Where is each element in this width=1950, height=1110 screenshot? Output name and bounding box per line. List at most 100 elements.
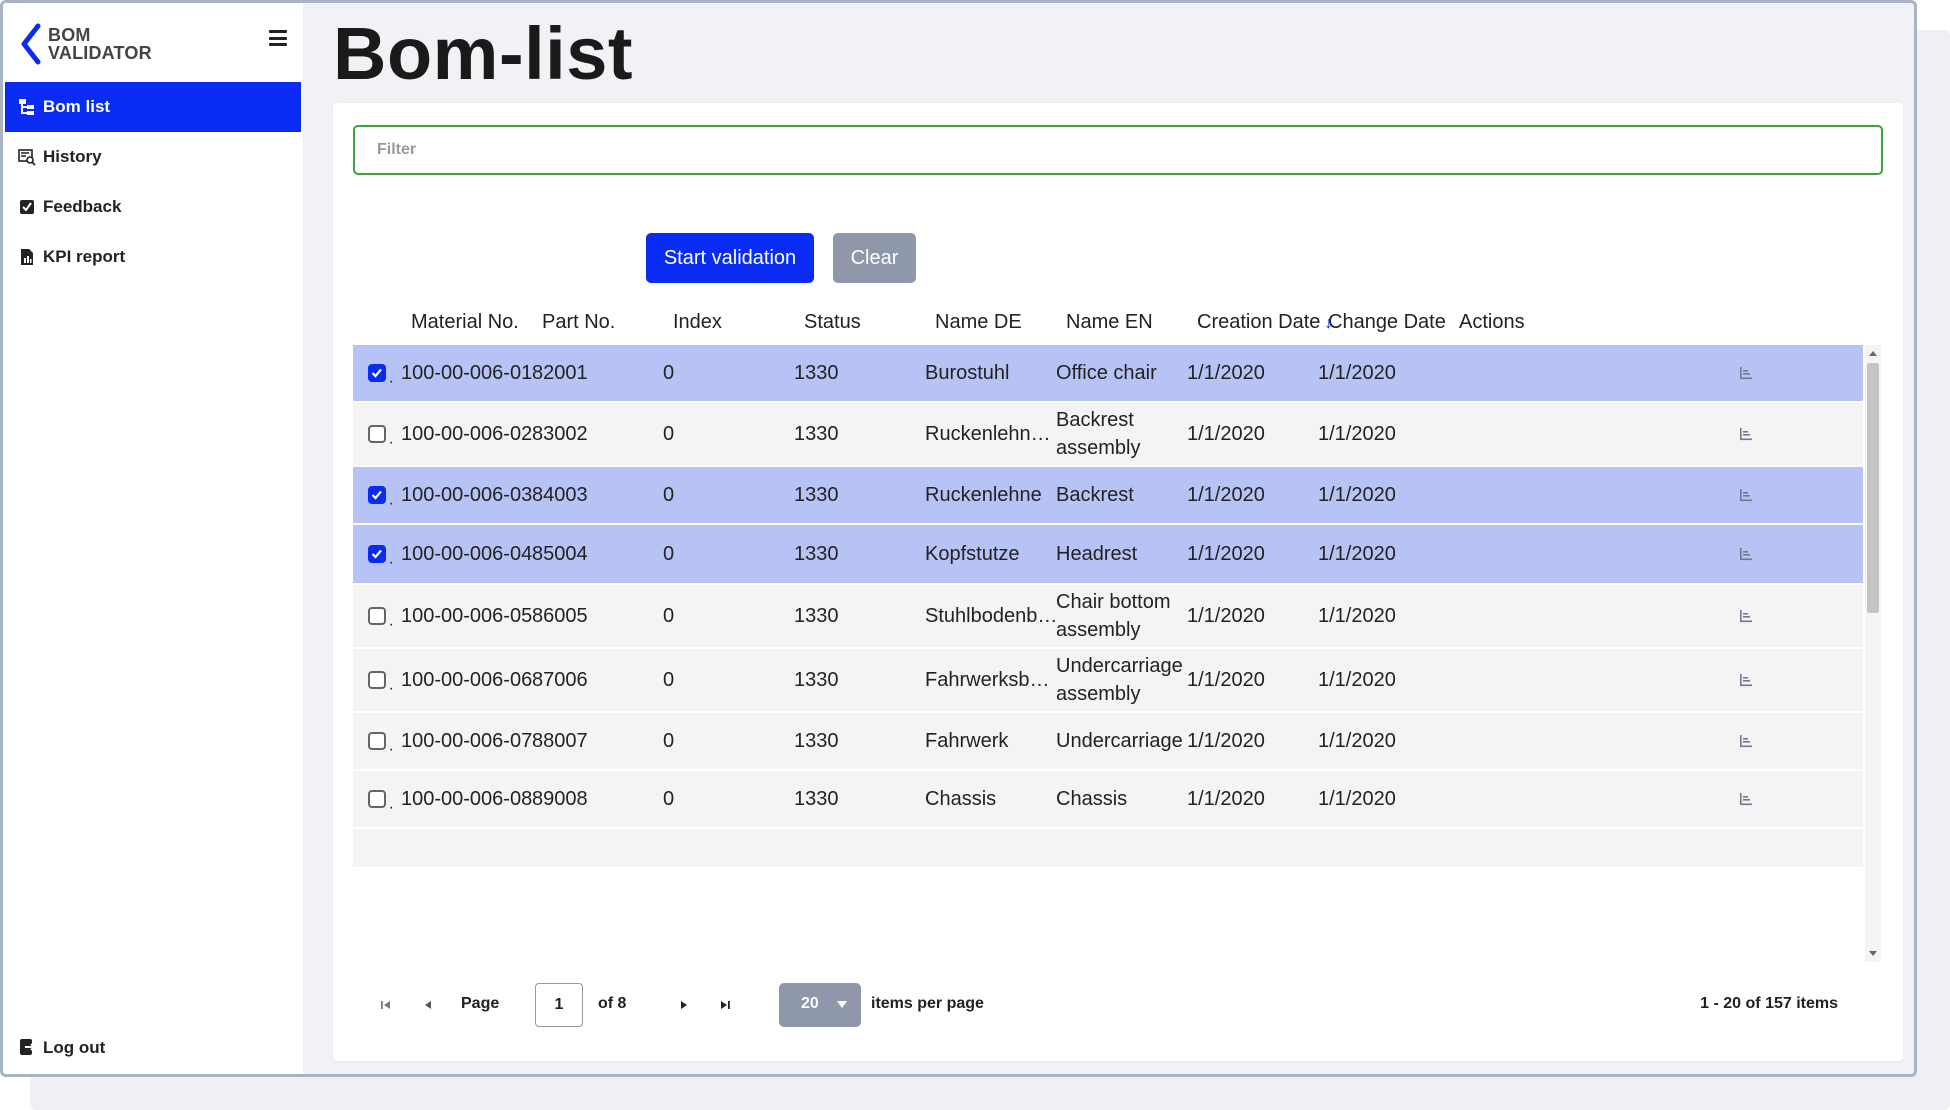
first-page-icon[interactable] [378, 997, 394, 1013]
cell-status: 1330 [794, 362, 839, 384]
view-structure-icon[interactable] [1738, 791, 1754, 807]
cell-part-no: 84003 [532, 484, 588, 506]
column-header-name-en[interactable]: Name EN [1066, 311, 1153, 334]
cell-change-date: 1/1/2020 [1318, 484, 1396, 506]
cell-material-no: 100-00-006-05 [401, 605, 533, 627]
view-structure-icon[interactable] [1738, 487, 1754, 503]
checkmark-icon [371, 490, 382, 500]
sidebar-nav: Bom list History Feedback KPI report [5, 82, 301, 282]
table-row[interactable]: . 100-00-006-05 86005 0 1330 Stuhlbodenb… Chai… [353, 585, 1863, 649]
column-header-change-date[interactable]: Change Date [1328, 311, 1446, 334]
hamburger-menu-icon[interactable] [269, 30, 287, 46]
cell-index: 0 [663, 669, 675, 691]
column-header-status[interactable]: Status [804, 311, 861, 334]
table-row[interactable]: . 100-00-006-08 89008 0 1330 Chassis Chassis 1/… [353, 771, 1863, 829]
scroll-up-icon[interactable] [1869, 351, 1877, 356]
row-checkbox[interactable] [368, 671, 386, 689]
column-header-part-no[interactable]: Part No. [542, 311, 615, 334]
column-header-name-de[interactable]: Name DE [935, 311, 1022, 334]
scroll-down-icon[interactable] [1869, 951, 1877, 956]
column-header-actions: Actions [1459, 311, 1525, 333]
cell-index: 0 [663, 730, 675, 752]
cell-change-date: 1/1/2020 [1318, 423, 1396, 445]
pager-summary: 1 - 20 of 157 items [1700, 995, 1838, 1012]
view-structure-icon[interactable] [1738, 733, 1754, 749]
table-row[interactable]: . 100-00-006-04 85004 0 1330 Kopfstutze Headre… [353, 525, 1863, 585]
cell-name-en: Office chair [1056, 362, 1157, 384]
cell-name-en: Chair bottom assembly [1056, 591, 1171, 641]
cell-creation-date: 1/1/2020 [1187, 543, 1265, 565]
sidebar-item-history[interactable]: History [5, 132, 301, 182]
logout-button[interactable]: Log out [19, 1038, 105, 1058]
cell-name-en: Backrest assembly [1056, 409, 1141, 459]
report-icon [17, 247, 37, 267]
cell-status: 1330 [794, 788, 839, 810]
page-size-value: 20 [801, 995, 819, 1012]
page-size-select[interactable]: 20 [779, 983, 861, 1027]
logo-text: BOM VALIDATOR [48, 26, 152, 62]
filter-input[interactable] [353, 125, 1883, 175]
checkbox-marker: . [389, 491, 394, 509]
cell-name-de: Fahrwerksb… [925, 669, 1050, 691]
cell-part-no: 83002 [532, 423, 588, 445]
start-validation-button[interactable]: Start validation [646, 233, 814, 283]
next-page-icon[interactable] [676, 997, 692, 1013]
sidebar-item-label: Bom list [43, 97, 111, 116]
checkmark-icon [371, 368, 382, 378]
table-row[interactable]: . 100-00-006-03 84003 0 1330 Ruckenlehne Backr… [353, 467, 1863, 525]
page-number-input[interactable] [535, 983, 583, 1027]
cell-change-date: 1/1/2020 [1318, 543, 1396, 565]
checkbox-icon [17, 197, 37, 217]
cell-material-no: 100-00-006-03 [401, 484, 533, 506]
column-header-label: Creation Date [1197, 311, 1321, 333]
table-row[interactable]: . 100-00-006-01 82001 0 1330 Burostuhl Office … [353, 345, 1863, 403]
logo-line-1: BOM [48, 25, 91, 45]
row-checkbox[interactable] [368, 364, 386, 382]
app-window: BOM VALIDATOR Bom list History Feedback … [0, 0, 1917, 1077]
table-row[interactable]: . 100-00-006-07 88007 0 1330 Fahrwerk Undercar… [353, 713, 1863, 771]
column-header-index[interactable]: Index [673, 311, 722, 334]
column-header-material-no[interactable]: Material No. [411, 311, 519, 334]
cell-change-date: 1/1/2020 [1318, 730, 1396, 752]
checkbox-marker: . [389, 795, 394, 813]
checkbox-marker: . [389, 550, 394, 568]
cell-status: 1330 [794, 543, 839, 565]
sidebar-item-kpi-report[interactable]: KPI report [5, 232, 301, 282]
view-structure-icon[interactable] [1738, 365, 1754, 381]
column-header-creation-date[interactable]: Creation Date ↓ [1197, 311, 1332, 334]
row-checkbox[interactable] [368, 425, 386, 443]
history-search-icon [17, 147, 37, 167]
cell-material-no: 100-00-006-04 [401, 543, 533, 565]
chevron-down-icon [837, 1001, 847, 1008]
cell-name-de: Ruckenlehne [925, 484, 1042, 506]
cell-part-no: 88007 [532, 730, 588, 752]
app-logo[interactable]: BOM VALIDATOR [18, 23, 152, 65]
view-structure-icon[interactable] [1738, 672, 1754, 688]
table-row[interactable]: . 100-00-006-02 83002 0 1330 Ruckenlehn… Backr… [353, 403, 1863, 467]
view-structure-icon[interactable] [1738, 426, 1754, 442]
table-row[interactable]: . 100-00-006-06 87006 0 1330 Fahrwerksb… Under… [353, 649, 1863, 713]
row-checkbox[interactable] [368, 732, 386, 750]
last-page-icon[interactable] [717, 997, 733, 1013]
row-checkbox[interactable] [368, 607, 386, 625]
row-checkbox[interactable] [368, 486, 386, 504]
scroll-thumb[interactable] [1867, 363, 1879, 613]
cell-part-no: 82001 [532, 362, 588, 384]
row-checkbox[interactable] [368, 790, 386, 808]
previous-page-icon[interactable] [420, 997, 436, 1013]
sidebar: BOM VALIDATOR Bom list History Feedback … [3, 3, 303, 1074]
sidebar-item-label: Feedback [43, 197, 122, 216]
sidebar-item-bom-list[interactable]: Bom list [5, 82, 301, 132]
cell-change-date: 1/1/2020 [1318, 788, 1396, 810]
sidebar-item-feedback[interactable]: Feedback [5, 182, 301, 232]
view-structure-icon[interactable] [1738, 608, 1754, 624]
row-checkbox[interactable] [368, 545, 386, 563]
cell-status: 1330 [794, 730, 839, 752]
view-structure-icon[interactable] [1738, 546, 1754, 562]
cell-index: 0 [663, 362, 675, 384]
cell-material-no: 100-00-006-07 [401, 730, 533, 752]
logo-line-2: VALIDATOR [48, 43, 152, 63]
clear-button[interactable]: Clear [833, 233, 916, 283]
cell-status: 1330 [794, 484, 839, 506]
table-scrollbar[interactable] [1865, 345, 1881, 962]
